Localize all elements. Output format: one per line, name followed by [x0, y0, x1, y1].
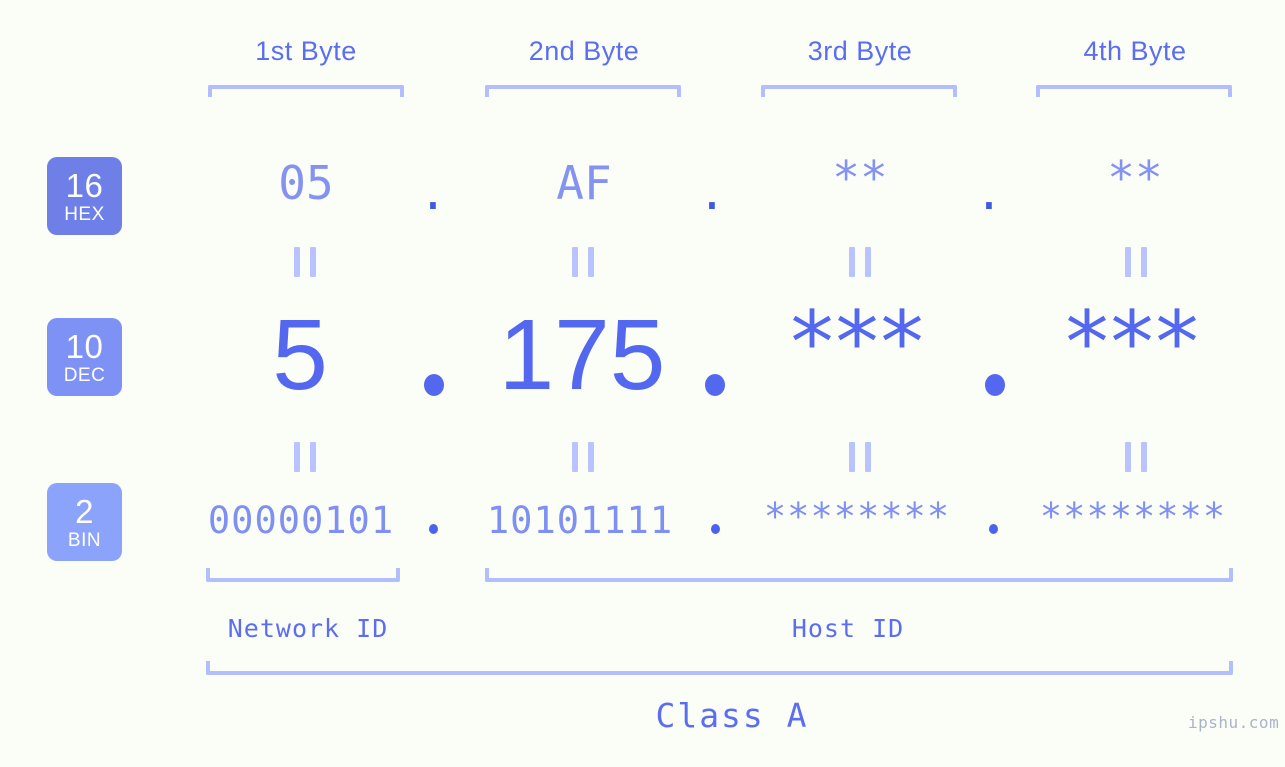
dec-separator-1	[424, 374, 444, 396]
bin-octet-4: ********	[1039, 495, 1227, 538]
equivalence-mark-hex-dec-1	[294, 247, 316, 277]
hex-octet-1: 05	[278, 156, 334, 210]
bin-separator-2	[711, 524, 720, 534]
hex-separator-3: .	[975, 166, 1003, 220]
radix-badge-dec-number: 10	[65, 327, 104, 365]
byte-bracket-top-4	[1036, 85, 1232, 97]
radix-badge-dec: 10 DEC	[47, 318, 122, 396]
network-id-label: Network ID	[227, 614, 389, 643]
dec-separator-2	[705, 374, 725, 396]
byte-column-label-1: 1st Byte	[255, 36, 357, 66]
byte-column-label-2: 2nd Byte	[528, 36, 640, 66]
dec-octet-4: ***	[1065, 293, 1201, 393]
dec-separator-3	[985, 374, 1005, 396]
bin-octet-1: 00000101	[207, 499, 395, 542]
dec-octet-3: ***	[790, 293, 926, 393]
equivalence-mark-hex-dec-3	[849, 247, 871, 277]
byte-bracket-top-3	[761, 85, 957, 97]
equivalence-mark-dec-bin-4	[1125, 442, 1147, 472]
hex-separator-1: .	[419, 166, 447, 220]
radix-badge-bin: 2 BIN	[47, 483, 122, 561]
radix-badge-bin-number: 2	[75, 492, 94, 530]
equivalence-mark-dec-bin-3	[849, 442, 871, 472]
ip-byte-breakdown-diagram: 1st Byte 2nd Byte 3rd Byte 4th Byte 16 H…	[0, 0, 1285, 767]
host-id-label: Host ID	[791, 614, 905, 643]
radix-badge-hex: 16 HEX	[47, 157, 122, 235]
bin-octet-3: ********	[763, 495, 951, 538]
bin-octet-2: 10101111	[486, 499, 674, 542]
hex-octet-4: **	[1107, 151, 1163, 205]
dec-octet-2: 175	[498, 299, 666, 411]
equivalence-mark-hex-dec-4	[1125, 247, 1147, 277]
radix-badge-bin-label: BIN	[67, 529, 102, 551]
bin-separator-1	[429, 524, 438, 534]
dec-octet-1: 5	[272, 299, 328, 411]
bin-separator-3	[989, 524, 998, 534]
byte-bracket-top-1	[208, 85, 404, 97]
hex-octet-2: AF	[556, 156, 612, 210]
network-id-bracket	[206, 568, 400, 582]
equivalence-mark-hex-dec-2	[572, 247, 594, 277]
hex-octet-3: **	[832, 151, 888, 205]
byte-bracket-top-2	[485, 85, 681, 97]
hex-separator-2: .	[698, 166, 726, 220]
equivalence-mark-dec-bin-2	[572, 442, 594, 472]
radix-badge-hex-label: HEX	[64, 203, 105, 225]
equivalence-mark-dec-bin-1	[294, 442, 316, 472]
host-id-bracket	[485, 568, 1233, 582]
radix-badge-hex-number: 16	[65, 166, 104, 204]
class-bracket	[206, 661, 1233, 675]
byte-column-label-3: 3rd Byte	[807, 36, 913, 66]
site-watermark: ipshu.com	[1188, 713, 1280, 732]
class-label: Class A	[655, 696, 809, 735]
byte-column-label-4: 4th Byte	[1083, 36, 1187, 66]
radix-badge-dec-label: DEC	[63, 364, 106, 386]
